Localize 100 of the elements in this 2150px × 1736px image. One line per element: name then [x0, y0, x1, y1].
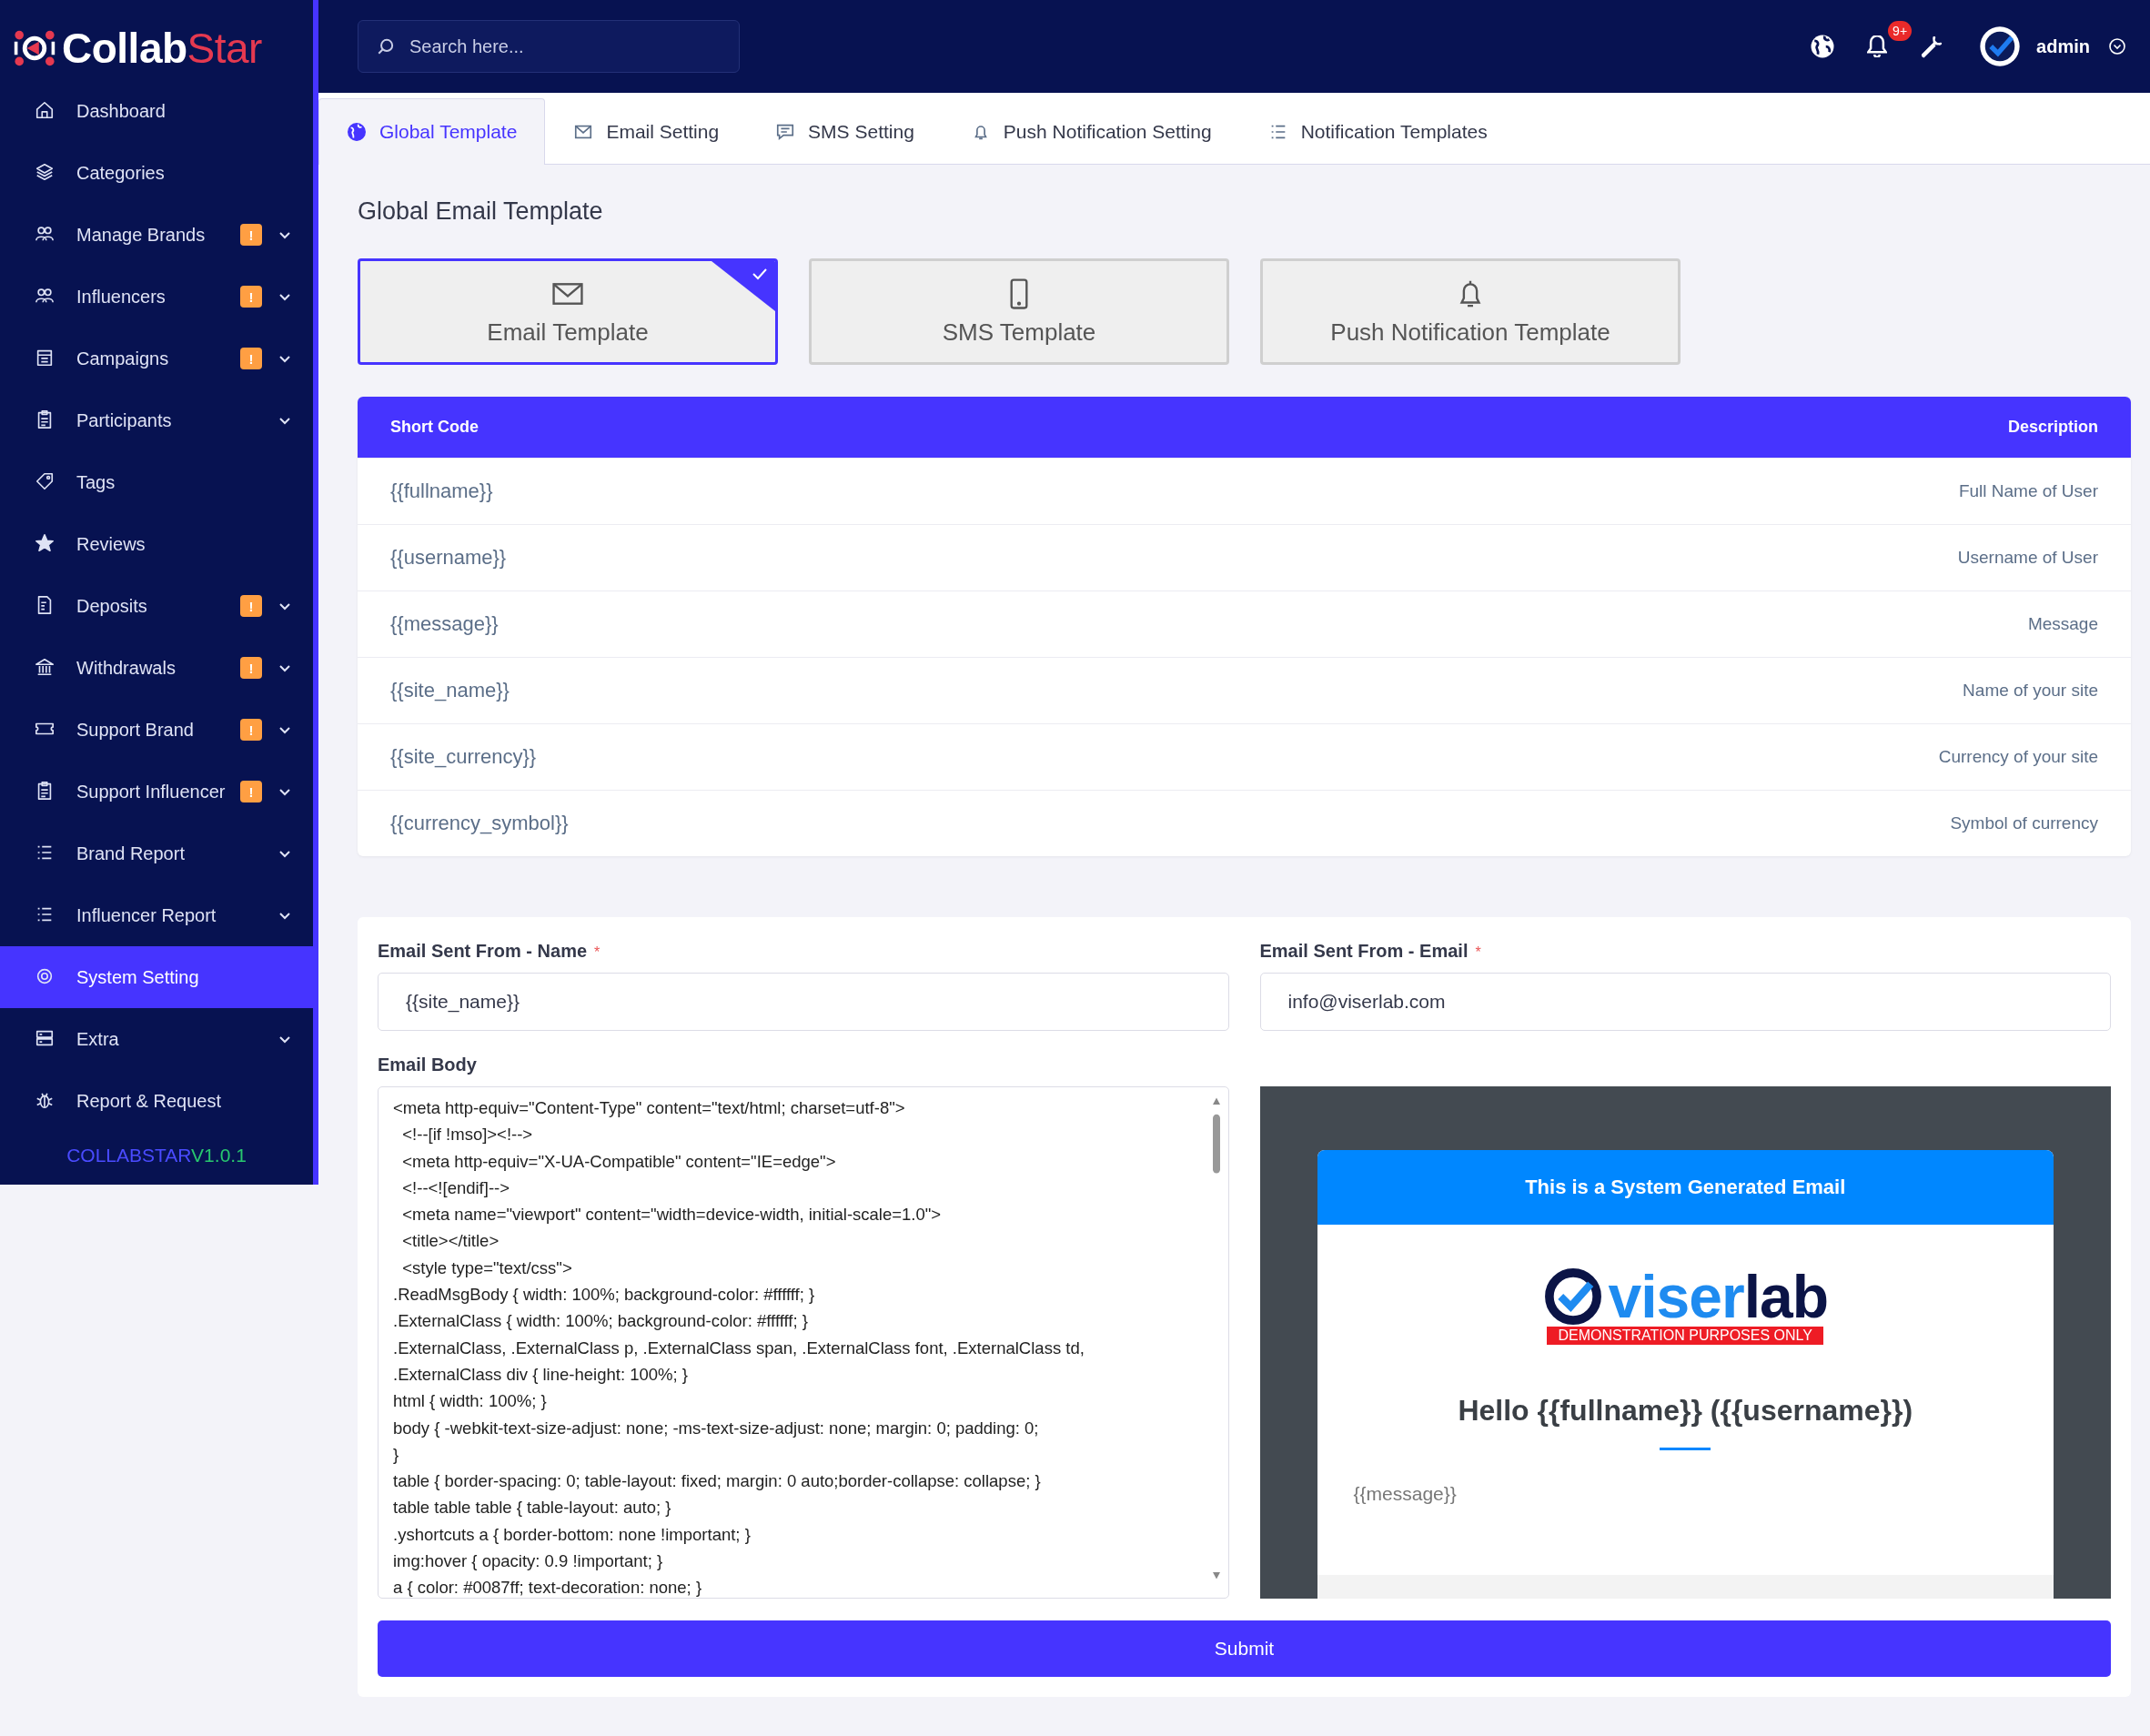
input-field[interactable]: {{site_name}} — [378, 973, 1229, 1031]
sidebar-item[interactable]: Manage Brands ! — [0, 204, 313, 266]
sidebar-item[interactable]: Support Brand ! — [0, 699, 313, 761]
sidebar-item[interactable]: Categories — [0, 142, 313, 204]
sidebar-item[interactable]: Tags — [0, 451, 313, 513]
code-line: <title></title> — [401, 1230, 500, 1253]
code-line: <meta http-equiv="X-UA-Compatible" content="IE=edge"> — [401, 1150, 836, 1173]
alert-badge: ! — [240, 781, 262, 802]
required-mark: * — [1475, 944, 1481, 961]
bank-icon — [35, 657, 55, 677]
demo-banner: DEMONSTRATION PURPOSES ONLY — [1547, 1327, 1824, 1345]
submit-button[interactable]: Submit — [378, 1620, 2111, 1677]
gear-icon — [35, 966, 55, 986]
tab[interactable]: Global Template — [318, 98, 546, 165]
chat-icon — [775, 122, 796, 142]
code-line: html { width: 100%; } — [393, 1390, 547, 1413]
checkmark-logo-icon — [1542, 1267, 1603, 1327]
sidebar-item[interactable]: Influencers ! — [0, 266, 313, 328]
field-label: Email Body — [378, 1055, 478, 1075]
home-icon — [35, 100, 55, 120]
logo-text: viserlab — [1608, 1267, 1828, 1327]
message-text: {{message}} — [1352, 1482, 1458, 1505]
input-field[interactable]: info@viserlab.com — [1259, 973, 2111, 1031]
sidebar-item[interactable]: Reviews — [0, 513, 313, 575]
page-title: Global Email Template — [358, 197, 604, 226]
table-cell: Currency of your site — [1938, 747, 2098, 767]
app-name: COLLABSTAR — [66, 1145, 192, 1166]
tag-icon — [35, 471, 55, 491]
column-header: Short Code — [390, 418, 479, 437]
tab[interactable]: SMS Setting — [747, 98, 943, 165]
code-line: .ExternalClass { width: 100%; background-color: #ffffff; } — [393, 1310, 808, 1333]
sidebar-item[interactable]: Support Influencer ! — [0, 761, 313, 823]
bell-icon[interactable] — [1867, 35, 1888, 57]
table-cell: Name of your site — [1963, 681, 2098, 701]
sidebar-item[interactable]: Report & Request — [0, 1070, 313, 1132]
code-line: .ExternalClass div { line-height: 100%; } — [393, 1363, 688, 1386]
table-cell: {{fullname}} — [390, 479, 493, 503]
checkmark-icon — [712, 261, 775, 311]
alert-badge: ! — [240, 595, 262, 617]
search-field[interactable]: Search here... — [358, 20, 740, 73]
sidebar-item[interactable]: Influencer Report — [0, 884, 313, 946]
code-line: <!--<![endif]--> — [401, 1176, 510, 1199]
table-cell: {{site_name}} — [390, 679, 510, 702]
code-line: table table table { table-layout: auto; } — [393, 1497, 671, 1519]
alert-badge: ! — [240, 657, 262, 679]
globe-icon — [347, 122, 367, 142]
table-cell: Message — [2027, 614, 2098, 634]
field-label: Email Sent From - Name — [378, 941, 588, 962]
calendar-icon — [35, 348, 55, 368]
template-card[interactable]: Push Notification Template — [1260, 258, 1681, 365]
alert-badge: ! — [240, 286, 262, 308]
code-line: <meta name="viewport" content="width=device-width, initial-scale=1.0"> — [401, 1204, 942, 1226]
sidebar-item[interactable]: Campaigns ! — [0, 328, 313, 389]
alert-badge: ! — [240, 348, 262, 369]
table-cell: {{currency_symbol}} — [390, 812, 569, 835]
table-cell: {{username}} — [390, 546, 507, 570]
chevron-down-icon[interactable] — [2108, 37, 2126, 56]
code-line: <style type="text/css"> — [401, 1257, 572, 1279]
alert-badge: ! — [240, 224, 262, 246]
alert-badge: ! — [240, 719, 262, 741]
template-card[interactable]: Email Template — [358, 258, 778, 365]
code-line: body { -webkit-text-size-adjust: none; -ms-text-size-adjust: none; margin: 0; padding: 0; — [393, 1417, 1039, 1439]
tab[interactable]: Push Notification Setting — [942, 98, 1240, 165]
layers-icon — [35, 162, 55, 182]
table-cell: Full Name of User — [1958, 481, 2098, 501]
code-editor[interactable] — [378, 1086, 1229, 1599]
code-line: .yshortcuts a { border-bottom: none !important; } — [393, 1523, 751, 1546]
user-name[interactable]: admin — [2036, 35, 2090, 57]
sidebar-item[interactable]: Brand Report — [0, 823, 313, 884]
table-cell: Username of User — [1957, 548, 2098, 568]
sidebar-item[interactable]: Dashboard — [0, 80, 313, 142]
code-line: .ReadMsgBody { width: 100%; background-color: #ffffff; } — [393, 1284, 815, 1307]
table-cell: {{message}} — [390, 612, 499, 636]
code-line: <!--[if !mso]><!--> — [401, 1124, 533, 1146]
notification-count: 9+ — [1888, 21, 1913, 41]
table-cell: {{site_currency}} — [390, 745, 537, 769]
code-line: <meta http-equiv="Content-Type" content="text/html; charset=utf-8"> — [393, 1097, 905, 1119]
code-line: img:hover { opacity: 0.9 !important; } — [393, 1550, 663, 1573]
code-line: } — [393, 1443, 399, 1466]
logo-text: CollabStar — [62, 24, 262, 73]
template-card[interactable]: SMS Template — [809, 258, 1229, 365]
required-mark: * — [594, 944, 601, 961]
sidebar-item[interactable]: Deposits ! — [0, 575, 313, 637]
tab[interactable]: Email Setting — [545, 98, 748, 165]
sidebar-item[interactable]: Extra — [0, 1008, 313, 1070]
column-header: Description — [2007, 418, 2098, 437]
table-cell: Symbol of currency — [1950, 813, 2098, 833]
search-icon — [376, 36, 396, 56]
sidebar-item[interactable]: System Setting — [0, 946, 313, 1008]
sidebar-item[interactable]: Withdrawals ! — [0, 637, 313, 699]
server-icon — [35, 1028, 55, 1048]
code-line: table { border-spacing: 0; table-layout: fixed; margin: 0 auto;border-collapse: collapse; } — [393, 1470, 1041, 1493]
field-label: Email Sent From - Email — [1259, 941, 1469, 962]
version-number: V1.0.1 — [191, 1145, 247, 1166]
greeting: Hello {{fullname}} ({{username}}) — [1457, 1394, 1914, 1428]
code-line: a { color: #0087ff; text-decoration: none; } — [393, 1577, 702, 1600]
tab[interactable]: Notification Templates — [1239, 98, 1516, 165]
star-icon — [35, 533, 55, 553]
sidebar-item[interactable]: Participants — [0, 389, 313, 451]
code-line: .ExternalClass, .ExternalClass p, .ExternalClass span, .ExternalClass font, .ExternalClass td, — [393, 1337, 1085, 1359]
